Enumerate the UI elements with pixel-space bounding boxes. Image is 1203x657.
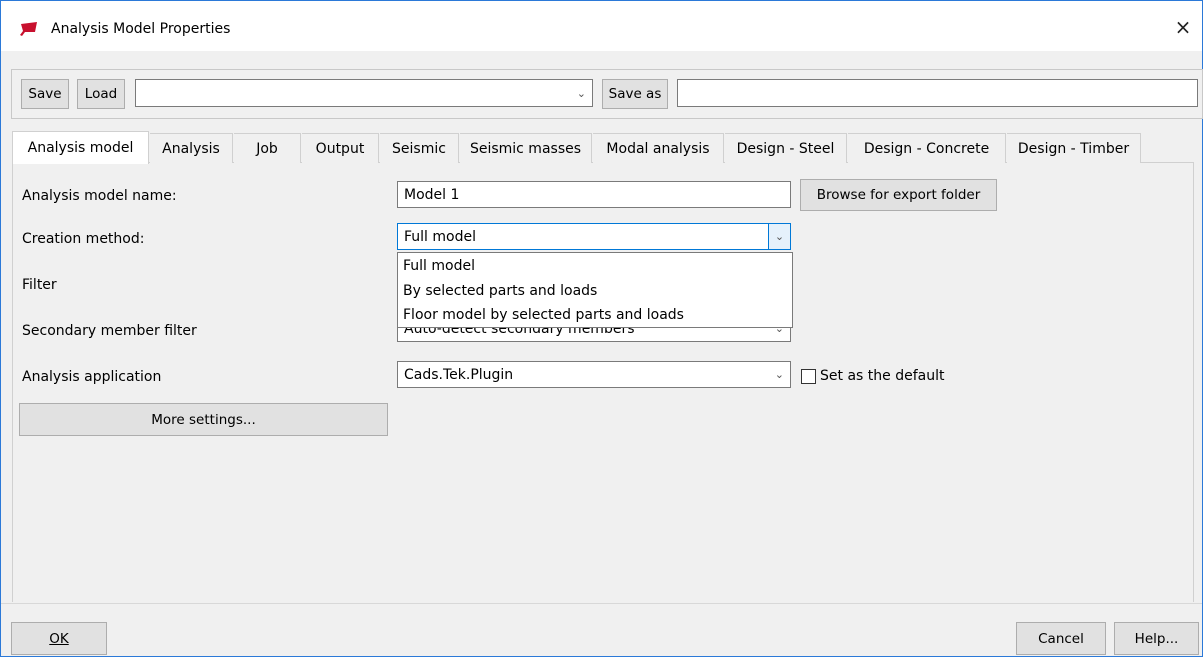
filter-label: Filter [22,277,57,293]
chevron-down-icon: ⌄ [576,86,586,100]
footer-divider [1,603,1202,604]
tab-modal-analysis[interactable]: Modal analysis [593,133,724,163]
cancel-button[interactable]: Cancel [1016,622,1106,655]
model-name-value: Model 1 [404,186,460,203]
creation-method-dropdown-list: Full model By selected parts and loads F… [397,252,793,328]
title-bar: Analysis Model Properties × [1,1,1202,51]
dialog-window: Analysis Model Properties × Save Load ⌄ … [0,0,1203,657]
set-default-checkbox[interactable] [801,369,816,384]
preset-select[interactable]: ⌄ [135,79,593,107]
tekla-app-icon [20,22,37,36]
model-name-input[interactable]: Model 1 [397,181,791,208]
tab-job[interactable]: Job [234,133,301,163]
save-button[interactable]: Save [21,79,69,109]
dropdown-option-floor-model[interactable]: Floor model by selected parts and loads [403,307,684,323]
tab-output[interactable]: Output [302,133,379,163]
more-settings-button[interactable]: More settings... [19,403,388,436]
set-default-label: Set as the default [820,368,945,384]
tab-seismic-masses[interactable]: Seismic masses [460,133,592,163]
analysis-application-select[interactable]: Cads.Tek.Plugin ⌄ [397,361,791,388]
save-as-name-input[interactable] [677,79,1198,107]
creation-method-select[interactable]: Full model ⌄ [397,223,791,250]
help-button[interactable]: Help... [1114,622,1199,655]
close-icon[interactable]: × [1171,15,1195,39]
chevron-down-icon[interactable]: ⌄ [768,224,790,249]
dropdown-option-full-model[interactable]: Full model [403,258,475,274]
analysis-application-value: Cads.Tek.Plugin [404,366,514,383]
tab-design-timber[interactable]: Design - Timber [1007,133,1141,163]
secondary-filter-label: Secondary member filter [22,323,197,339]
tab-design-concrete[interactable]: Design - Concrete [848,133,1006,163]
browse-export-folder-button[interactable]: Browse for export folder [800,179,997,211]
load-button[interactable]: Load [77,79,125,109]
dropdown-option-selected-parts[interactable]: By selected parts and loads [403,283,597,299]
window-title: Analysis Model Properties [51,21,231,37]
analysis-application-label: Analysis application [22,369,162,385]
model-name-label: Analysis model name: [22,188,177,204]
tab-analysis[interactable]: Analysis [150,133,233,163]
tab-analysis-model[interactable]: Analysis model [12,131,149,164]
tab-design-steel[interactable]: Design - Steel [725,133,847,163]
tab-seismic[interactable]: Seismic [380,133,459,163]
ok-button[interactable]: OK [11,622,107,655]
save-as-button[interactable]: Save as [602,79,668,109]
chevron-down-icon: ⌄ [774,368,784,381]
creation-method-value: Full model [404,228,476,245]
creation-method-label: Creation method: [22,231,145,247]
